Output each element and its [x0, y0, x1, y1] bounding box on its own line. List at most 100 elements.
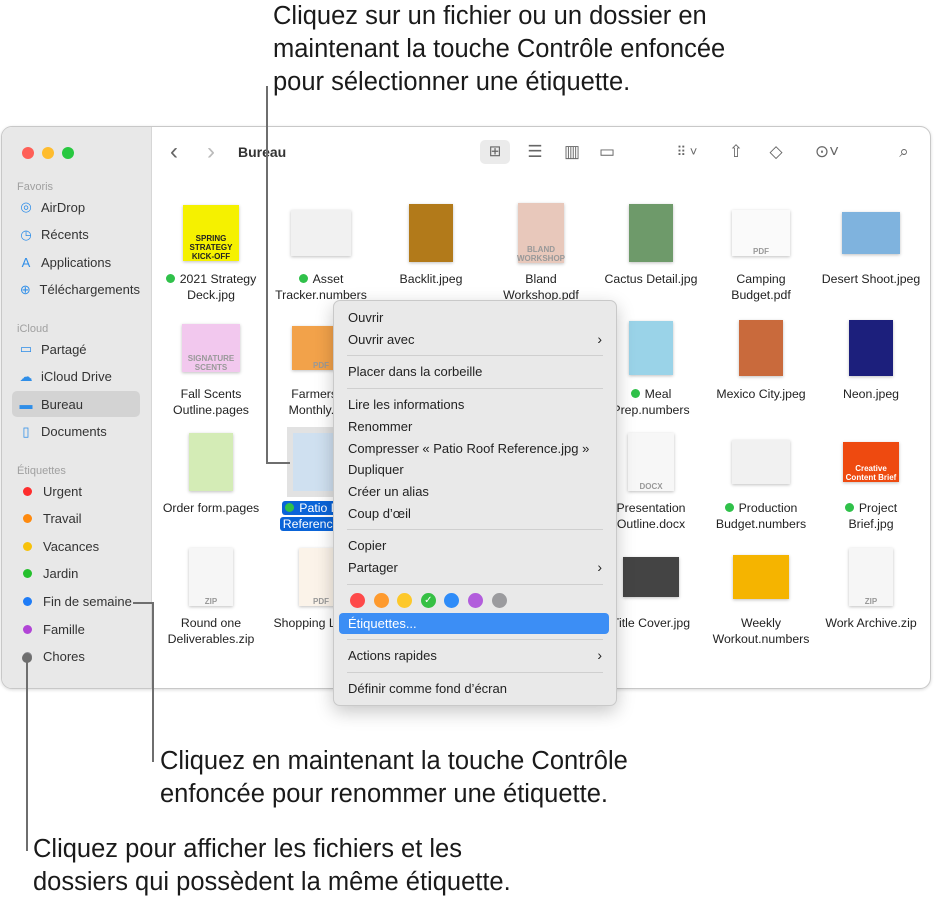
menu-item-renommer[interactable]: Renommer — [339, 416, 609, 437]
file-name-line2: Deck.jpg — [187, 288, 235, 302]
back-button[interactable]: ‹ — [170, 140, 178, 164]
sidebar-item-téléchargements[interactable]: ⊕ Téléchargements — [12, 277, 140, 303]
menu-item-coup-d-il[interactable]: Coup d’œil — [339, 503, 609, 524]
file-item[interactable]: Production Budget.numbers — [706, 424, 816, 531]
forward-button[interactable]: › — [207, 140, 215, 164]
menu-item-label: Étiquettes... — [348, 615, 417, 631]
file-item[interactable]: SIGNATURE SCENTS Fall Scents Outline.pages — [156, 310, 266, 417]
sidebar-item-vacances[interactable]: Vacances — [12, 533, 140, 559]
menu-item-lire-les-informations[interactable]: Lire les informations — [339, 394, 609, 415]
menu-item-étiquettes[interactable]: Étiquettes... — [339, 612, 609, 634]
annotation-select-tag: Cliquez sur un fichier ou un dossier en … — [273, 2, 726, 96]
file-item[interactable]: ZIP Work Archive.zip — [816, 539, 926, 639]
more-icon[interactable]: ⊙˅ — [807, 140, 847, 164]
menu-item-créer-un-alias[interactable]: Créer un alias — [339, 481, 609, 502]
shared-folder-icon: ▭ — [19, 341, 33, 356]
sidebar-item-urgent[interactable]: Urgent — [12, 478, 140, 504]
menu-item-partager[interactable]: Partager › — [339, 557, 609, 578]
file-item[interactable]: Backlit.jpeg — [376, 195, 486, 295]
sidebar-item-bureau[interactable]: ▬ Bureau — [12, 391, 140, 418]
annotation-show-tag: Cliquez pour afficher les fichiers et le… — [33, 835, 511, 896]
sidebar-item-jardin[interactable]: Jardin — [12, 561, 140, 587]
sidebar-item-icloud-drive[interactable]: ☁ iCloud Drive — [12, 364, 140, 390]
file-name: Bland Workshop.pdf — [481, 271, 601, 303]
favoris-header: Favoris — [17, 181, 54, 193]
file-item[interactable]: Desert Shoot.jpeg — [816, 195, 926, 295]
tag-color-1[interactable] — [373, 592, 389, 608]
sidebar-item-travail[interactable]: Travail — [12, 506, 140, 532]
file-name-line1: Neon.jpeg — [843, 387, 899, 401]
file-item[interactable]: PDF Camping Budget.pdf — [706, 195, 816, 302]
file-name-text: Neon.jpeg — [842, 386, 900, 401]
menu-item-ouvrir[interactable]: Ouvrir — [339, 307, 609, 328]
file-thumbnail — [623, 556, 679, 597]
context-menu: Ouvrir Ouvrir avec › Placer dans la corbeil… — [333, 300, 617, 706]
file-thumbnail: SPRING STRATEGY KICK-OFF — [183, 205, 239, 261]
file-item[interactable]: Weekly Workout.numbers — [706, 539, 816, 646]
menu-separator — [347, 583, 603, 585]
tags-header: Étiquettes — [17, 465, 66, 477]
sidebar-item-label: Jardin — [43, 566, 79, 582]
sidebar-item-documents[interactable]: ▯ Documents — [12, 419, 140, 445]
file-thumbnail: Creative Content Brief — [843, 442, 899, 482]
tag-icon[interactable]: ◇ — [764, 140, 788, 164]
file-name: Round one Deliverables.zip — [151, 615, 271, 647]
callout-line — [133, 602, 153, 604]
fin-de-semaine-tag-dot — [23, 596, 32, 606]
tag-color-0[interactable] — [350, 592, 365, 608]
file-item[interactable]: BLAND WORKSHOP Bland Workshop.pdf — [486, 195, 596, 302]
file-item[interactable]: Asset Tracker.numbers — [266, 195, 376, 302]
file-thumbnail — [733, 554, 789, 599]
menu-item-compresser-patio-roof-reference-jpg[interactable]: Compresser « Patio Roof Reference.jpg » — [339, 438, 609, 459]
grid-view-icon[interactable]: ⊞ — [480, 140, 510, 164]
sidebar-item-famille[interactable]: Famille — [12, 616, 140, 642]
sidebar-item-partagé[interactable]: ▭ Partagé — [12, 336, 140, 362]
tag-color-checked[interactable]: ✓ — [420, 592, 436, 608]
gallery-view-icon[interactable]: ▭ — [592, 140, 622, 164]
icloud-header: iCloud — [17, 323, 49, 335]
menu-item-définir-comme-fond-d-écran[interactable]: Définir comme fond d’écran — [339, 678, 609, 699]
group-icon[interactable]: ⠿ ˅ — [667, 140, 707, 164]
sidebar-item-label: Travail — [43, 511, 82, 527]
file-name-line1: Camping — [736, 272, 785, 286]
file-item[interactable]: Neon.jpeg — [816, 310, 926, 410]
file-item[interactable]: SPRING STRATEGY KICK-OFF 2021 Strategy Dec… — [156, 195, 266, 302]
tag-color-5[interactable] — [468, 592, 483, 608]
sidebar-item-airdrop[interactable]: ◎ AirDrop — [12, 194, 140, 220]
menu-item-actions-rapides[interactable]: Actions rapides › — [339, 645, 609, 666]
close-button[interactable] — [22, 147, 34, 159]
menu-item-ouvrir-avec[interactable]: Ouvrir avec › — [339, 329, 609, 350]
file-name-line2: Prep.numbers — [612, 402, 690, 417]
callout-line — [26, 659, 28, 851]
file-name-line1: Round one — [181, 616, 241, 630]
file-name-text: Asset — [312, 272, 344, 286]
column-view-icon[interactable]: ▥ — [557, 140, 587, 164]
list-view-icon[interactable]: ☰ — [520, 140, 550, 164]
sidebar-item-applications[interactable]: A Applications — [12, 249, 140, 275]
file-item[interactable]: Creative Content Brief Project Brief.jpg — [816, 424, 926, 531]
tag-color-6[interactable] — [491, 592, 507, 608]
callout-line — [266, 462, 290, 464]
file-item[interactable]: ZIP Round one Deliverables.zip — [156, 539, 266, 646]
menu-item-placer-dans-la-corbeille[interactable]: Placer dans la corbeille — [339, 361, 609, 382]
menu-item-dupliquer[interactable]: Dupliquer — [339, 459, 609, 480]
zoom-button[interactable] — [62, 147, 74, 159]
desktop-icon: ▬ — [19, 396, 33, 412]
sidebar-item-label: Récents — [41, 227, 89, 243]
file-item[interactable]: Mexico City.jpeg — [706, 310, 816, 410]
clock-icon: ◷ — [20, 226, 32, 242]
menu-item-copier[interactable]: Copier — [339, 535, 609, 556]
tag-color-4[interactable] — [444, 592, 460, 608]
file-item[interactable]: Order form.pages — [156, 424, 266, 524]
document-icon: ▯ — [22, 423, 30, 439]
menu-separator — [347, 672, 603, 674]
sidebar-item-récents[interactable]: ◷ Récents — [12, 222, 140, 248]
share-icon[interactable]: ⇧ — [724, 140, 748, 164]
search-icon[interactable]: ⌕ — [892, 140, 916, 164]
file-name-line1: Meal — [630, 387, 671, 401]
tag-color-2[interactable] — [397, 592, 413, 608]
minimize-button[interactable] — [42, 147, 54, 159]
sidebar-item-fin-de-semaine[interactable]: Fin de semaine — [12, 588, 140, 614]
file-item[interactable]: Cactus Detail.jpg — [596, 195, 706, 295]
file-name-text: 2021 Strategy — [179, 272, 257, 286]
